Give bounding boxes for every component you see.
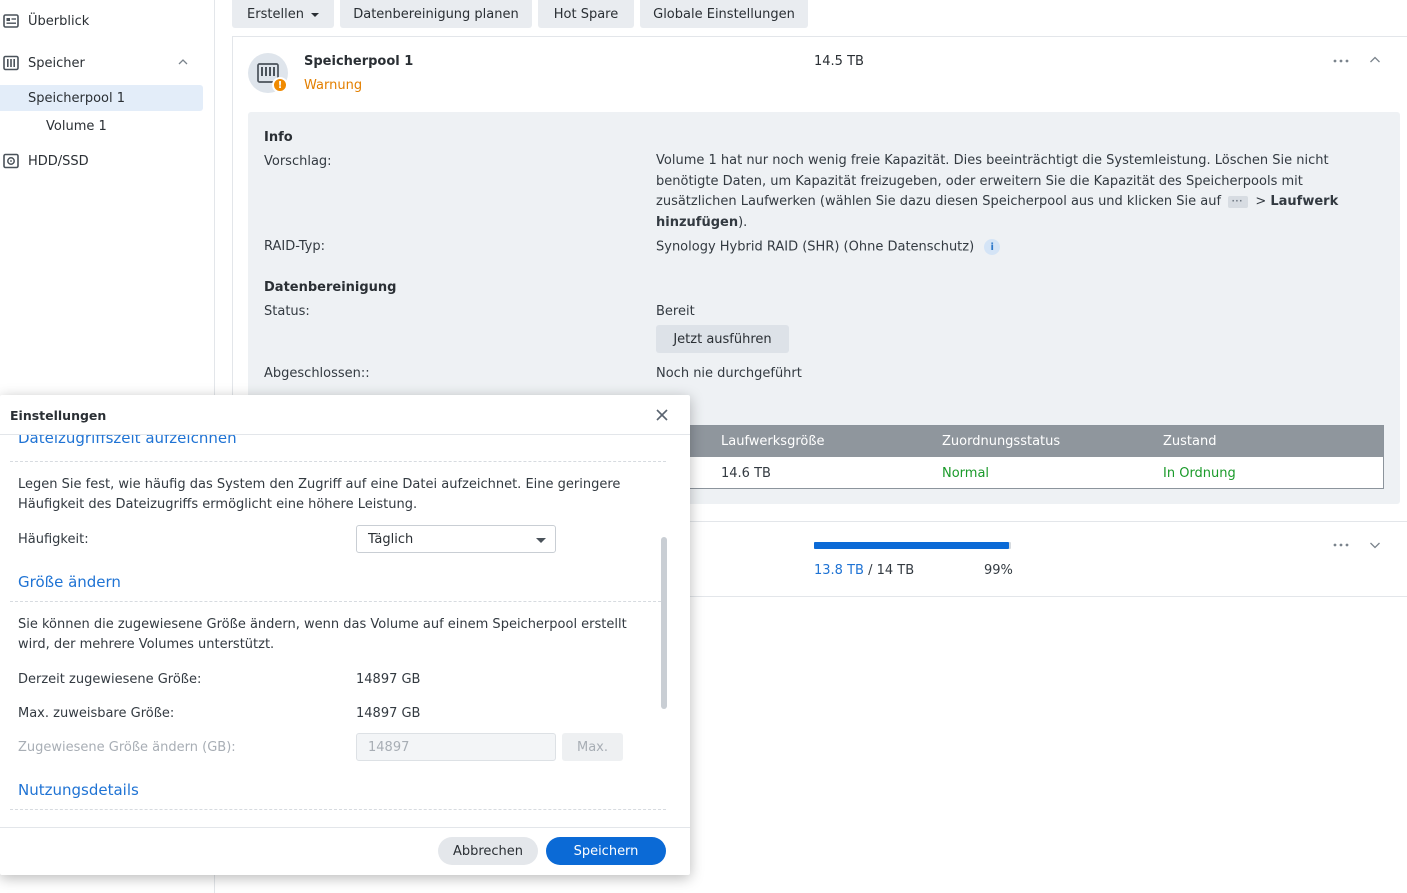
sidebar-item-label: HDD/SSD <box>28 153 89 169</box>
allocation-status-cell: Normal <box>942 466 990 481</box>
pool-status: Warnung <box>304 78 363 93</box>
current-size-value: 14897 GB <box>356 672 421 687</box>
settings-dialog: Einstellungen Dateizugriffszeit aufzeich… <box>0 395 690 875</box>
cancel-button-label: Abbrechen <box>452 843 524 859</box>
section-divider <box>10 461 666 462</box>
overview-icon <box>3 14 19 28</box>
volume-usage-text: 13.8 TB / 14 TB <box>814 563 914 578</box>
column-header-health: Zustand <box>1163 434 1217 449</box>
volume-percent: 99% <box>984 563 1013 578</box>
hot-spare-label: Hot Spare <box>553 6 619 22</box>
frequency-select-value: Täglich <box>368 532 414 547</box>
suggestion-arrow: > <box>1251 194 1271 209</box>
dialog-title: Einstellungen <box>10 408 107 423</box>
more-options-icon[interactable] <box>1332 542 1350 548</box>
section-divider <box>10 601 666 602</box>
info-icon[interactable]: i <box>984 239 1001 255</box>
access-time-description: Legen Sie fest, wie häufig das System de… <box>18 477 621 512</box>
warning-icon: ! <box>272 77 288 93</box>
section-divider <box>10 809 666 810</box>
volume-usage-fill <box>814 542 1010 549</box>
create-button[interactable]: Erstellen <box>232 0 334 28</box>
drive-table-header: Laufwerksgröße Zuordnungsstatus Zustand <box>661 426 1383 457</box>
hdd-icon <box>3 153 19 169</box>
volume-total: 14 TB <box>876 563 915 578</box>
max-size-label: Max. zuweisbare Größe: <box>18 706 175 721</box>
column-header-allocation: Zuordnungsstatus <box>942 434 1061 449</box>
volume-used: 13.8 TB <box>814 563 864 578</box>
save-button-label: Speichern <box>573 843 639 859</box>
chevron-up-icon[interactable] <box>1369 55 1381 65</box>
chevron-up-icon[interactable] <box>177 56 189 68</box>
dialog-footer-divider <box>0 827 690 828</box>
chevron-down-icon[interactable] <box>1369 540 1381 550</box>
more-options-icon[interactable] <box>1332 58 1350 64</box>
cancel-button[interactable]: Abbrechen <box>438 837 538 865</box>
max-button-label: Max. <box>576 739 608 755</box>
chevron-down-icon <box>536 538 546 543</box>
suggestion-end: ). <box>738 214 748 230</box>
run-now-button[interactable]: Jetzt ausführen <box>656 325 789 353</box>
suggestion-text: Volume 1 hat nur noch wenig freie Kapazi… <box>656 151 1356 233</box>
max-size-value: 14897 GB <box>356 706 421 721</box>
resize-section-title: Größe ändern <box>18 573 121 591</box>
storage-icon <box>3 55 19 71</box>
volume-separator: / <box>868 563 873 578</box>
usage-details-section-title: Nutzungsdetails <box>18 781 139 799</box>
caret-down-icon <box>310 13 319 17</box>
scrub-section-title: Datenbereinigung <box>264 280 397 295</box>
pool-size: 14.5 TB <box>814 54 864 69</box>
change-size-input[interactable] <box>356 733 556 761</box>
frequency-label: Häufigkeit: <box>18 532 89 547</box>
sidebar-item-label: Speicherpool 1 <box>28 90 126 106</box>
sidebar-item-label: Speicher <box>28 55 85 71</box>
raid-type-label: RAID-Typ: <box>264 239 325 254</box>
pool-title: Speicherpool 1 <box>304 54 414 69</box>
suggestion-label: Vorschlag: <box>264 154 332 169</box>
sidebar-item-label: Überblick <box>28 13 90 29</box>
sidebar-item-label: Volume 1 <box>46 118 107 134</box>
raid-type-value: Synology Hybrid RAID (SHR) (Ohne Datensc… <box>656 239 1001 255</box>
scrub-schedule-label: Datenbereinigung planen <box>353 6 519 22</box>
access-time-section-title: Dateizugriffszeit aufzeichnen <box>18 435 237 447</box>
dialog-scrollbar[interactable] <box>661 537 667 709</box>
scrub-status-label: Status: <box>264 304 310 319</box>
more-options-icon <box>1228 191 1249 211</box>
raid-type-text: Synology Hybrid RAID (SHR) (Ohne Datensc… <box>656 239 975 255</box>
scrub-completed-label: Abgeschlossen:: <box>264 366 370 381</box>
frequency-select[interactable]: Täglich <box>356 525 556 553</box>
sidebar-item-overview[interactable]: Überblick <box>0 8 203 34</box>
global-settings-button[interactable]: Globale Einstellungen <box>640 0 808 28</box>
column-header-drive-size: Laufwerksgröße <box>721 434 825 449</box>
sidebar-item-storage[interactable]: Speicher <box>0 50 203 76</box>
create-button-label: Erstellen <box>247 6 304 22</box>
sidebar-item-hdd-ssd[interactable]: HDD/SSD <box>0 148 203 174</box>
save-button[interactable]: Speichern <box>546 837 666 865</box>
global-settings-label: Globale Einstellungen <box>653 6 795 22</box>
dialog-body: Dateizugriffszeit aufzeichnen Legen Sie … <box>0 435 690 827</box>
scrub-schedule-button[interactable]: Datenbereinigung planen <box>340 0 532 28</box>
drive-table: Laufwerksgröße Zuordnungsstatus Zustand … <box>660 425 1384 489</box>
info-section-title: Info <box>264 130 293 145</box>
sidebar-item-storage-pool-1[interactable]: Speicherpool 1 <box>0 85 203 111</box>
change-size-label: Zugewiesene Größe ändern (GB): <box>18 740 236 755</box>
scrub-status-value: Bereit <box>656 304 695 319</box>
run-now-label: Jetzt ausführen <box>673 331 772 347</box>
sidebar-item-volume-1[interactable]: Volume 1 <box>0 113 203 139</box>
hot-spare-button[interactable]: Hot Spare <box>538 0 634 28</box>
max-button[interactable]: Max. <box>562 733 623 761</box>
resize-description: Sie können die zugewiesene Größe ändern,… <box>18 617 627 652</box>
scrub-completed-value: Noch nie durchgeführt <box>656 366 802 381</box>
health-cell: In Ordnung <box>1163 466 1236 481</box>
drive-size-cell: 14.6 TB <box>721 466 771 481</box>
current-size-label: Derzeit zugewiesene Größe: <box>18 672 202 687</box>
close-icon[interactable] <box>655 408 669 422</box>
volume-usage-bar <box>814 542 1011 549</box>
